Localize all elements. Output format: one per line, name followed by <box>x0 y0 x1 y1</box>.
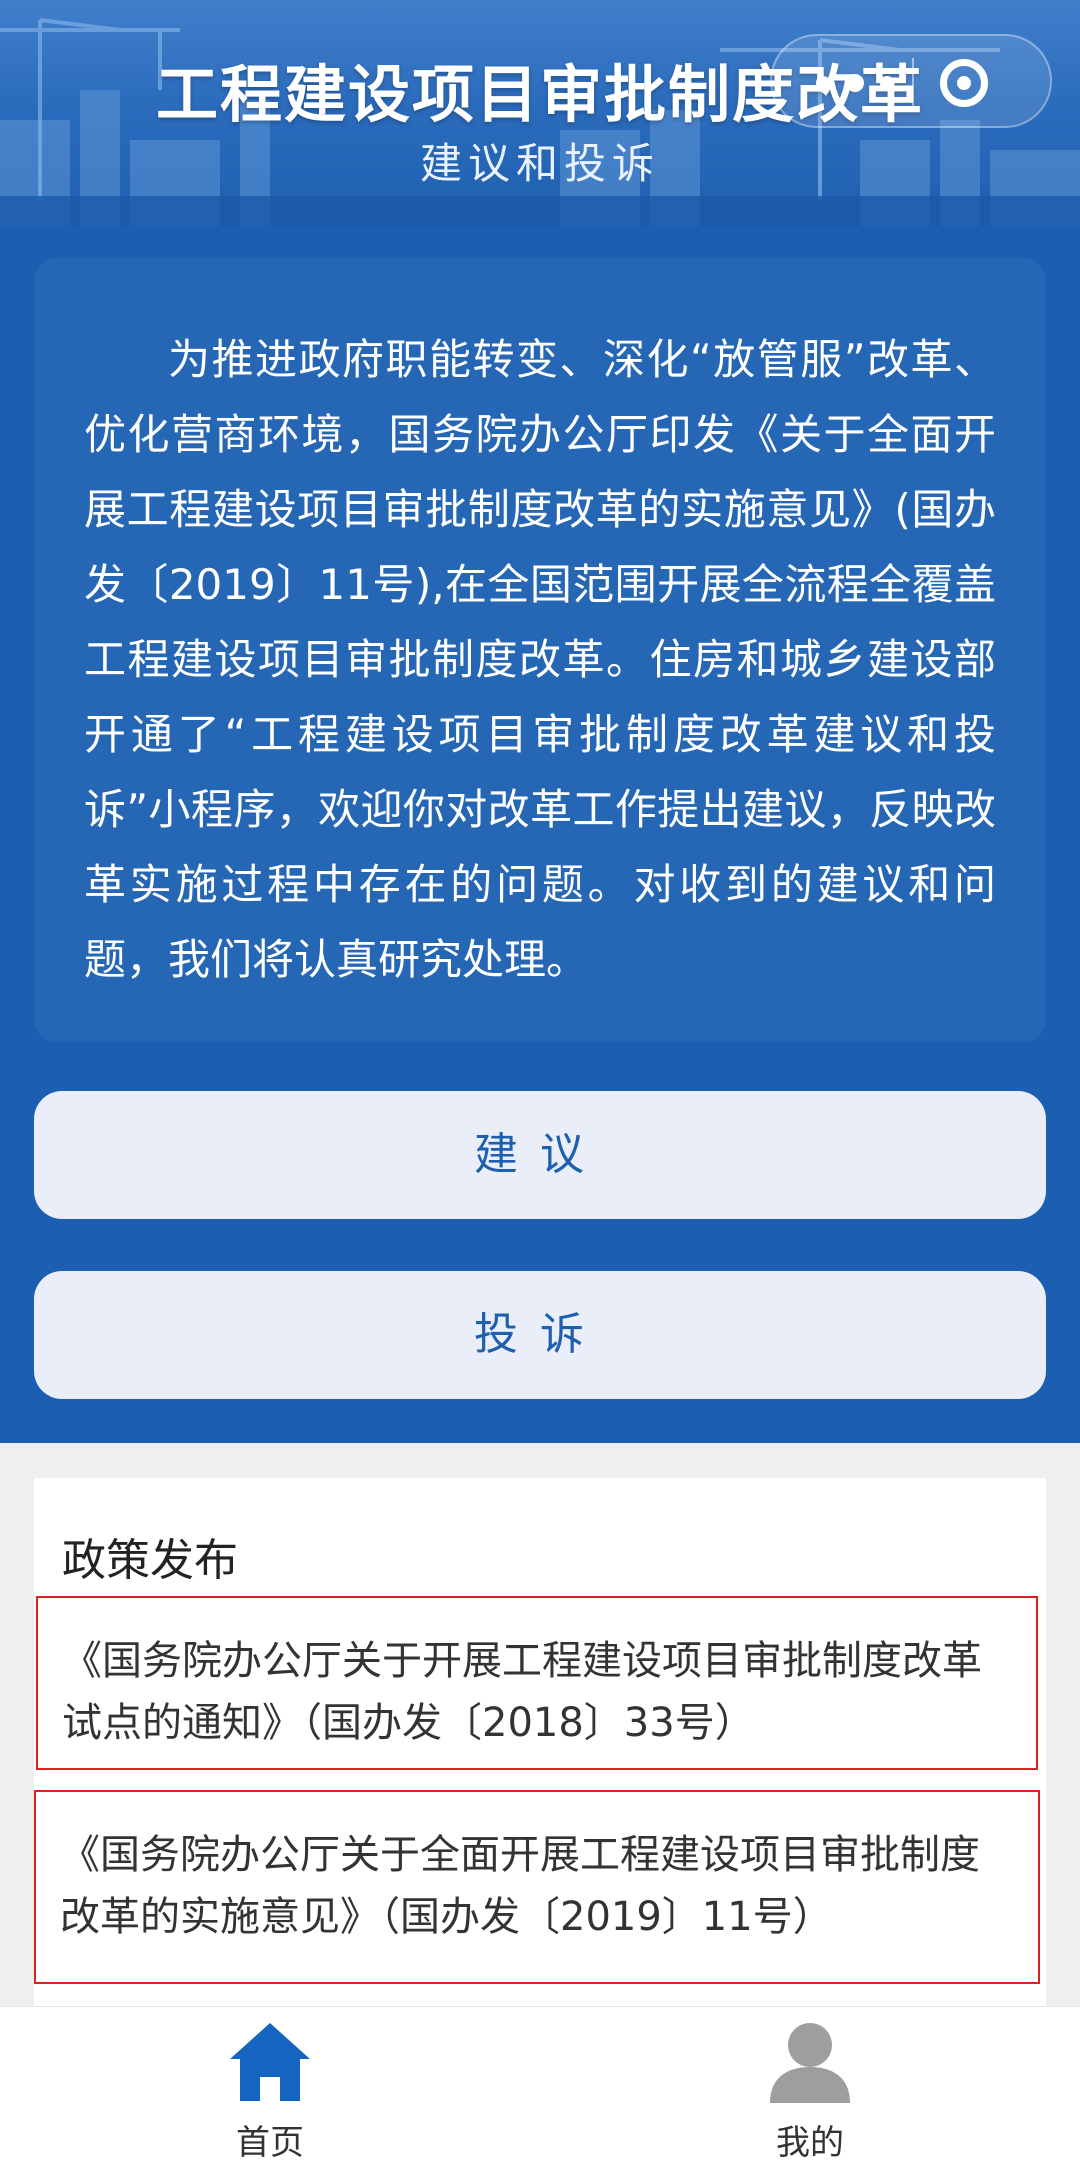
header-banner: 工程建设项目审批制度改革 建议和投诉 <box>0 0 1080 226</box>
policy-link-2018[interactable]: 《国务院办公厅关于开展工程建设项目审批制度改革试点的通知》（国办发〔2018〕3… <box>36 1596 1038 1770</box>
capsule-divider <box>912 58 914 108</box>
top-section: 工程建设项目审批制度改革 建议和投诉 为推进政府职能转变、深化“放管服”改革、优… <box>0 0 1080 1443</box>
home-icon <box>230 2023 310 2101</box>
user-icon <box>770 2023 850 2103</box>
tab-home[interactable]: 首页 <box>150 2007 390 2167</box>
bottom-tab-bar: 首页 我的 <box>0 2006 1080 2167</box>
policy-section-title: 政策发布 <box>62 1535 238 1586</box>
policy-section: 政策发布 《国务院办公厅关于开展工程建设项目审批制度改革试点的通知》（国办发〔2… <box>34 1478 1046 2006</box>
tab-mine-label: 我的 <box>776 2123 844 2163</box>
suggest-button[interactable]: 建议 <box>34 1091 1046 1219</box>
policy-link-2019[interactable]: 《国务院办公厅关于全面开展工程建设项目审批制度改革的实施意见》（国办发〔2019… <box>34 1790 1040 1984</box>
more-icon[interactable] <box>808 66 908 100</box>
intro-card: 为推进政府职能转变、深化“放管服”改革、优化营商环境，国务院办公厅印发《关于全面… <box>34 258 1046 1042</box>
miniprogram-capsule <box>770 34 1052 128</box>
tab-home-label: 首页 <box>236 2123 304 2163</box>
complain-button[interactable]: 投诉 <box>34 1271 1046 1399</box>
page-subtitle: 建议和投诉 <box>419 139 660 188</box>
intro-text: 为推进政府职能转变、深化“放管服”改革、优化营商环境，国务院办公厅印发《关于全面… <box>84 335 996 984</box>
tab-mine[interactable]: 我的 <box>690 2007 930 2167</box>
close-miniprogram-icon[interactable] <box>940 59 988 107</box>
